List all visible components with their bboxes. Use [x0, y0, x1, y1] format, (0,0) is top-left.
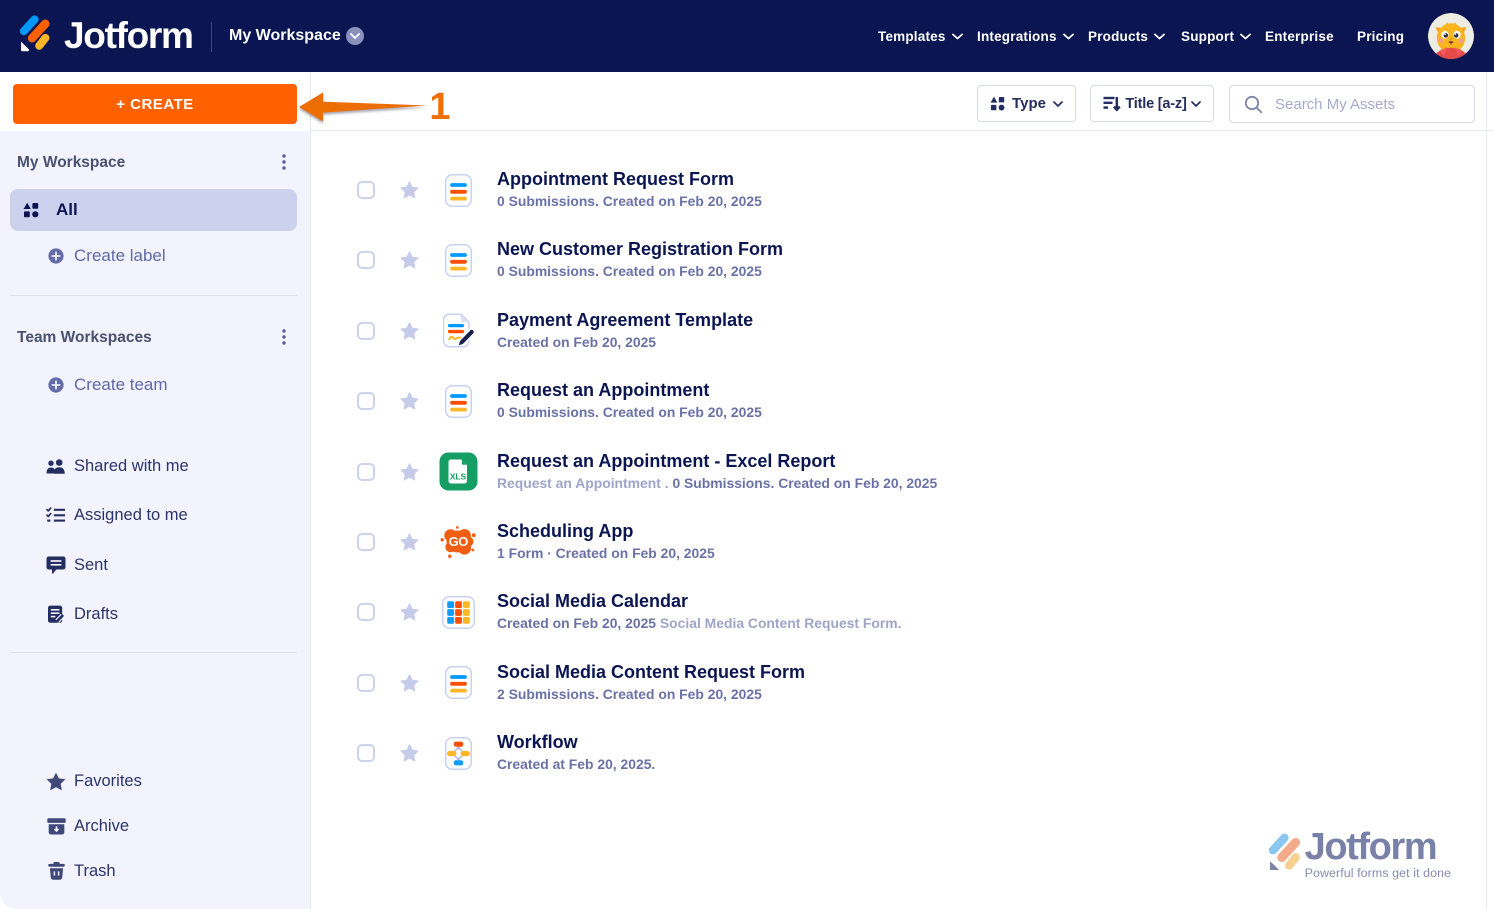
svg-text:1: 1 [429, 86, 450, 128]
svg-text:GO: GO [449, 534, 469, 549]
svg-text:XLS: XLS [449, 472, 466, 482]
